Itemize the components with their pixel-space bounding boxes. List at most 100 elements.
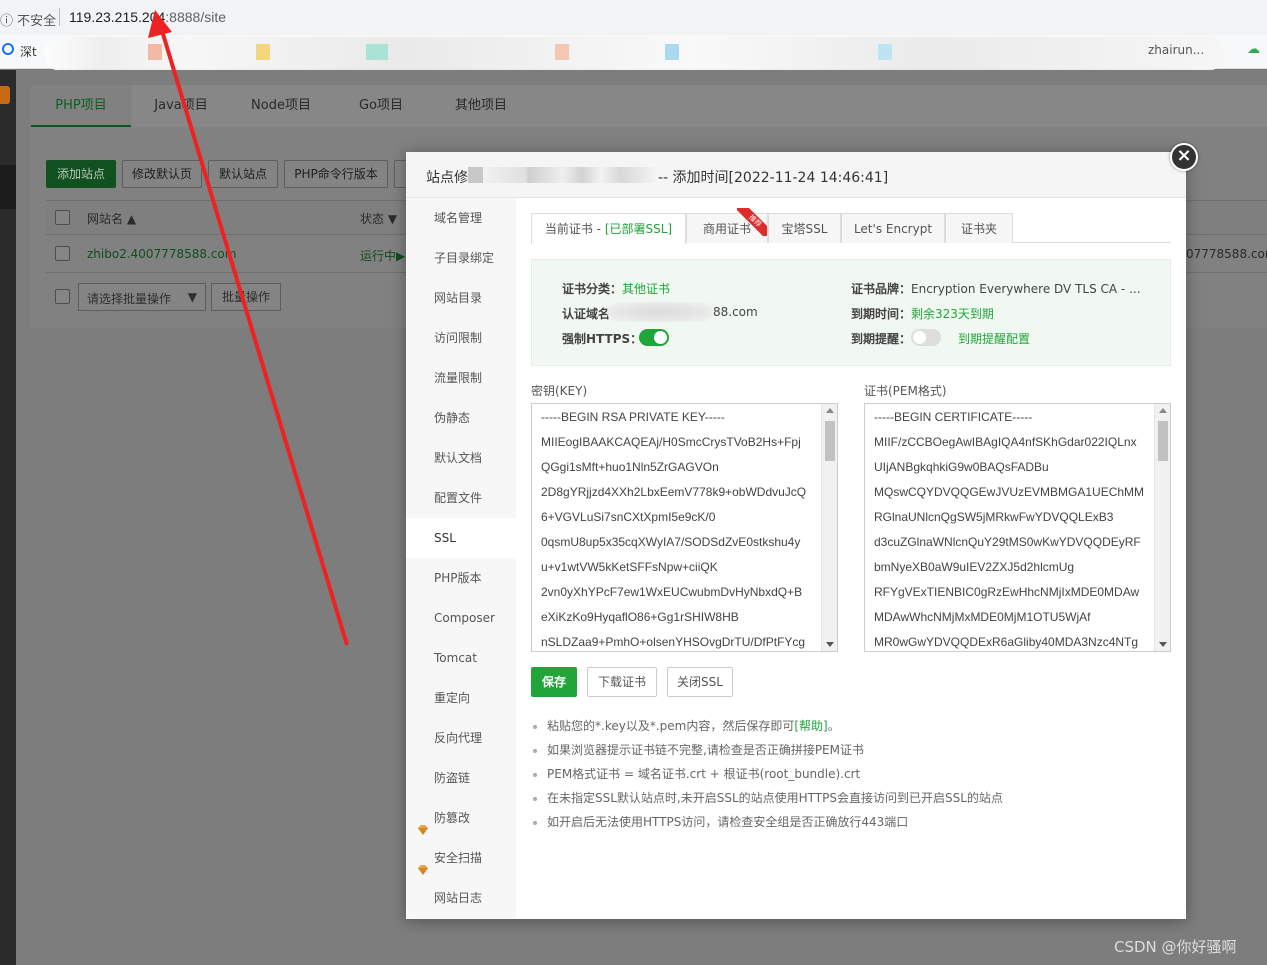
bullet-icon (533, 796, 537, 801)
sidebar-item-7[interactable]: 配置文件 (406, 478, 516, 518)
sidebar-item-15[interactable]: 防篡改 (406, 798, 516, 838)
sidebar-item-13[interactable]: 反向代理 (406, 718, 516, 758)
sidebar-item-17[interactable]: 网站日志 (406, 878, 516, 918)
sidebar-item-label: Composer (434, 611, 495, 625)
sidebar-item-3[interactable]: 访问限制 (406, 318, 516, 358)
scroll-down-icon[interactable] (826, 642, 834, 647)
sidebar-item-6[interactable]: 默认文档 (406, 438, 516, 478)
sidebar-item-label: 防盗链 (434, 771, 471, 785)
expire-remind-config-link[interactable]: 到期提醒配置 (958, 330, 1030, 347)
textarea-line: MIIF/zCCBOegAwIBAgIQA4nfSKhGdar022IQLnx (874, 435, 1137, 449)
cert-scrollbar[interactable] (1154, 404, 1170, 651)
textarea-line: MDAwWhcNMjMxMDE0MjM1OTU5WjAf (874, 610, 1091, 624)
key-scrollbar[interactable] (821, 404, 837, 651)
bookmark-first-label[interactable]: 深t (20, 43, 37, 60)
sidebar-item-0[interactable]: 域名管理 (406, 198, 516, 238)
col-status-label: 状态 (360, 212, 385, 226)
sidebar-item-label: 默认文档 (434, 451, 483, 465)
address-separator (59, 8, 60, 26)
url-text[interactable]: 119.23.215.204:8888/site (69, 9, 226, 25)
sidebar-item-14[interactable]: 防盗链 (406, 758, 516, 798)
tab-current-cert[interactable]: 当前证书 - [已部署SSL] (531, 213, 686, 244)
scroll-up-icon[interactable] (1159, 408, 1167, 413)
bookmark-icon (555, 44, 569, 60)
php-cli-version-button[interactable]: PHP命令行版本 (284, 160, 388, 188)
textarea-line: 6+VGVLuSi7snCXtXpmI5e9cK/0 (541, 510, 716, 524)
expire-remind-label: 到期提醒： (851, 332, 912, 346)
footer-checkbox[interactable] (55, 289, 70, 304)
sidebar-item-12[interactable]: 重定向 (406, 678, 516, 718)
force-https-toggle[interactable] (639, 329, 669, 346)
tab-php-project[interactable]: PHP项目 (31, 85, 131, 127)
cert-label: 证书(PEM格式) (864, 384, 947, 398)
add-site-button[interactable]: 添加站点 (46, 160, 116, 188)
sidebar-item-9[interactable]: PHP版本 (406, 558, 516, 598)
help-link[interactable]: [帮助] (794, 719, 827, 733)
cert-domain: 认证域名 (562, 305, 610, 322)
tab-bt-ssl[interactable]: 宝塔SSL (768, 213, 841, 243)
sidebar-item-label: 重定向 (434, 691, 471, 705)
sidebar-item-2[interactable]: 网站目录 (406, 278, 516, 318)
textarea-line: QGgi1sMft+huo1Nln5ZrGAGVOn (541, 460, 719, 474)
sidebar-item-1[interactable]: 子目录绑定 (406, 238, 516, 278)
default-site-button[interactable]: 默认站点 (208, 160, 278, 188)
gem-icon (417, 851, 429, 875)
sidebar-item-10[interactable]: Composer (406, 598, 516, 638)
bookmark-icon (878, 44, 892, 60)
extension-icon[interactable]: ☁ (1247, 42, 1260, 57)
scroll-down-icon[interactable] (1159, 642, 1167, 647)
close-ssl-button[interactable]: 关闭SSL (667, 667, 733, 697)
site-status[interactable]: 运行中▶ (360, 247, 405, 264)
key-textarea[interactable]: -----BEGIN RSA PRIVATE KEY----- MIIEogIBA… (531, 403, 838, 652)
sidebar-active-item[interactable] (0, 165, 16, 209)
download-cert-button[interactable]: 下载证书 (587, 667, 657, 697)
textarea-line: d3cuZGlnaWNlcnQuY29tMS0wKwYDVQQDEyRF (874, 535, 1141, 549)
bullet-icon (533, 820, 537, 825)
tip-1-text: 粘贴您的*.key以及*.pem内容，然后保存即可 (547, 719, 795, 733)
col-site-name[interactable]: 网站名 ▲ (87, 210, 136, 227)
tab-cert-folder[interactable]: 证书夹 (945, 213, 1013, 243)
tab-node-project[interactable]: Node项目 (231, 85, 331, 127)
row-checkbox[interactable] (55, 246, 70, 261)
sidebar-item-5[interactable]: 伪静态 (406, 398, 516, 438)
expire-remind-toggle[interactable] (911, 329, 941, 346)
tip-2-text: 如果浏览器提示证书链不完整,请检查是否正确拼接PEM证书 (547, 743, 864, 757)
sidebar-item-label: 安全扫描 (434, 851, 483, 865)
tab-go-project[interactable]: Go项目 (331, 85, 431, 127)
sidebar-item-label: Tomcat (434, 651, 477, 665)
insecure-indicator[interactable]: ⓘ 不安全 (0, 10, 56, 29)
textarea-line: 2D8gYRjjzd4XXh2LbxEemV778k9+obWDdvuJcQ (541, 485, 807, 499)
site-name-link[interactable]: zhibo2.4007778588.com (87, 247, 236, 261)
edit-default-page-button[interactable]: 修改默认页 (122, 160, 202, 188)
cert-type-label: 证书分类： (562, 282, 623, 296)
tab-current-cert-status: [已部署SSL] (604, 222, 673, 236)
sidebar-item-label: 防篡改 (434, 811, 471, 825)
tab-other-project[interactable]: 其他项目 (431, 85, 531, 127)
title-redaction (468, 167, 658, 183)
batch-action-button[interactable]: 批量操作 (211, 283, 281, 311)
sidebar-item-8[interactable]: SSL (406, 518, 516, 558)
cert-textarea[interactable]: -----BEGIN CERTIFICATE----- MIIF/zCCBOegA… (864, 403, 1171, 652)
sort-down-icon: ▼ (387, 212, 398, 226)
scroll-thumb[interactable] (1158, 421, 1168, 461)
batch-select[interactable]: 请选择批量操作 ▼ (78, 283, 206, 311)
sidebar-item-16[interactable]: 安全扫描 (406, 838, 516, 878)
bookmark-icon (366, 44, 388, 60)
select-all-checkbox[interactable] (55, 210, 70, 225)
cert-brand-value: Encryption Everywhere DV TLS CA - ... (911, 282, 1141, 296)
bookmark-user-label[interactable]: zhairun... (1148, 43, 1204, 57)
tab-lets-encrypt[interactable]: Let's Encrypt (841, 213, 945, 243)
tab-java-project[interactable]: Java项目 (131, 85, 231, 127)
sort-up-icon: ▲ (126, 212, 137, 226)
scroll-up-icon[interactable] (826, 408, 834, 413)
bookmarks-redacted (44, 37, 1224, 71)
site-status-label: 运行中 (360, 249, 397, 263)
sidebar-item-4[interactable]: 流量限制 (406, 358, 516, 398)
scroll-thumb[interactable] (825, 421, 835, 461)
sidebar-item-label: 网站日志 (434, 891, 483, 905)
sidebar-item-label: SSL (434, 531, 456, 545)
col-status[interactable]: 状态 ▼ (360, 210, 397, 227)
save-button[interactable]: 保存 (531, 667, 577, 697)
close-icon[interactable]: × (1170, 143, 1198, 171)
sidebar-item-11[interactable]: Tomcat (406, 638, 516, 678)
